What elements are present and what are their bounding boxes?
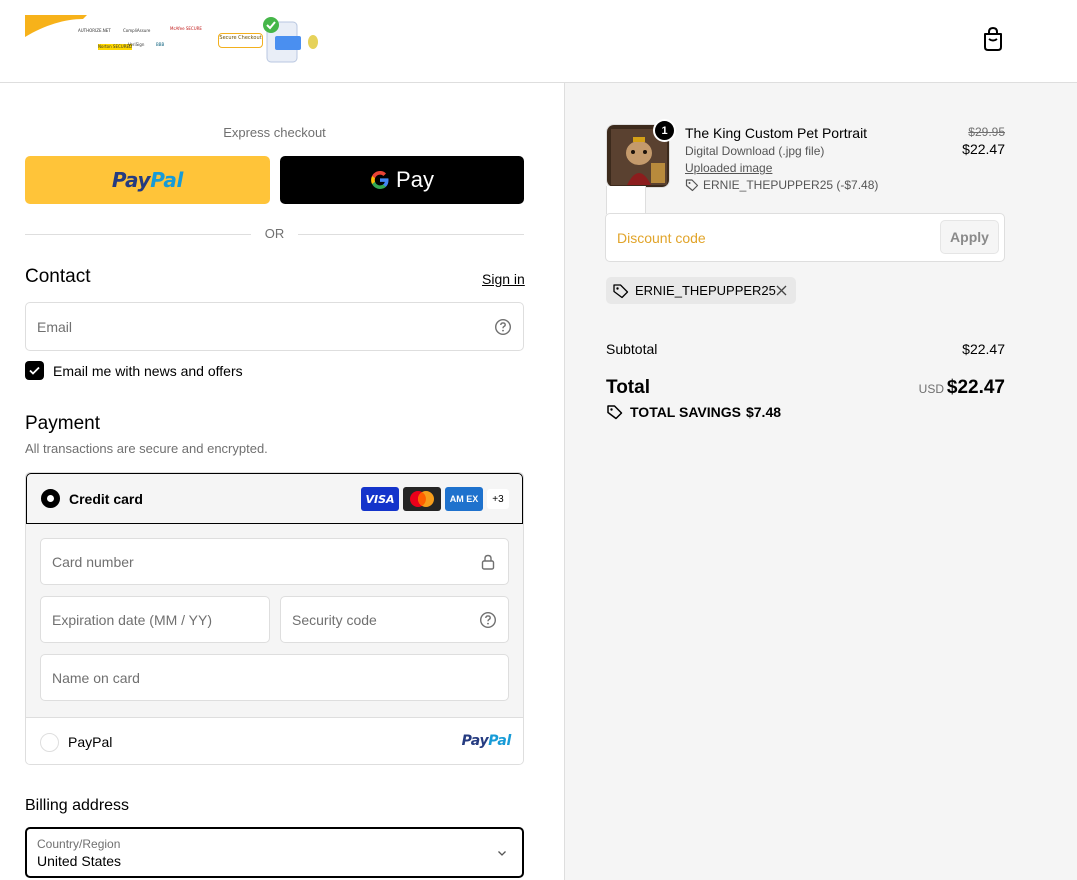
name-on-card-field[interactable]: Name on card (40, 654, 509, 701)
sign-in-link[interactable]: Sign in (482, 271, 525, 287)
paypal-option-logo: PayPal (461, 733, 512, 749)
secure-checkout-graphic: Secure Checkout (217, 16, 321, 64)
tag-icon (685, 179, 699, 192)
more-cards-badge: +3 (487, 489, 509, 509)
apply-discount-button[interactable]: Apply (940, 220, 999, 254)
google-pay-button[interactable]: Pay (280, 156, 524, 204)
google-pay-label: Pay (396, 167, 434, 192)
total-savings: TOTAL SAVINGS $7.48 (606, 403, 781, 421)
mastercard-logo (403, 487, 441, 511)
checkout-form: Express checkout PayPal Pay OR Contact S… (0, 83, 564, 880)
product-variant: Digital Download (.jpg file) (685, 144, 825, 158)
badge-mcafee: McAfee SECURE (170, 26, 202, 31)
total-value: $22.47 (946, 377, 1005, 398)
paypal-option-label: PayPal (68, 734, 113, 750)
lock-icon (481, 554, 495, 570)
product-title: The King Custom Pet Portrait (685, 125, 868, 141)
savings-value: $7.48 (745, 404, 782, 420)
checkmark-icon (29, 366, 40, 375)
country-select[interactable]: Country/Region United States (25, 827, 524, 878)
original-price: $29.95 (968, 125, 1005, 139)
checkout-header: AUTHORIZE.NET CompliAssure McAfee SECURE… (0, 0, 1077, 83)
credit-card-label: Credit card (69, 491, 143, 507)
applied-discount-code: ERNIE_THEPUPPER25 (635, 283, 776, 298)
email-field[interactable]: Email (25, 302, 524, 351)
paypal-express-button[interactable]: PayPal (25, 156, 270, 204)
badge-bbb: BBB (156, 42, 165, 47)
payment-subtext: All transactions are secure and encrypte… (25, 441, 268, 456)
discount-code-placeholder: Discount code (617, 230, 706, 246)
badge-compliassure: CompliAssure (123, 28, 151, 33)
badge-authorize: AUTHORIZE.NET (78, 28, 111, 33)
or-divider: OR (25, 225, 524, 243)
badge-norton: Norton SECURED (98, 44, 133, 50)
order-summary: 1 The King Custom Pet Portrait Digital D… (564, 83, 1077, 880)
quantity-badge: 1 (653, 119, 676, 142)
security-code-placeholder: Security code (292, 611, 377, 628)
chevron-down-icon (498, 851, 506, 856)
remove-discount-icon[interactable] (775, 284, 788, 297)
country-caption: Country/Region (37, 837, 121, 851)
uploaded-image-link[interactable]: Uploaded image (685, 161, 772, 175)
visa-logo: VISA (361, 487, 399, 511)
card-number-field[interactable]: Card number (40, 538, 509, 585)
paypal-option[interactable]: PayPal PayPal (26, 717, 523, 764)
news-offers-label: Email me with news and offers (53, 363, 243, 379)
billing-heading: Billing address (25, 797, 130, 814)
news-offers-checkbox[interactable] (25, 361, 44, 380)
subtotal-value: $22.47 (962, 341, 1005, 357)
savings-tag-icon (607, 405, 623, 420)
payment-methods: Credit card VISA AM EX +3 Card number Ex… (25, 472, 524, 765)
card-number-placeholder: Card number (52, 553, 134, 570)
paypal-radio[interactable] (40, 733, 59, 752)
help-circle-icon[interactable] (494, 318, 512, 336)
credit-card-option[interactable]: Credit card VISA AM EX +3 (26, 473, 523, 524)
secure-checkout-label: Secure Checkout (218, 33, 263, 48)
security-code-field[interactable]: Security code (280, 596, 509, 643)
product-discount-line: ERNIE_THEPUPPER25 (-$7.48) (685, 178, 878, 192)
shopping-bag-icon[interactable] (980, 26, 1006, 52)
savings-label: TOTAL SAVINGS (630, 404, 741, 420)
amex-logo: AM EX (445, 487, 483, 511)
divider-line-right (298, 234, 524, 235)
trust-badges: AUTHORIZE.NET CompliAssure McAfee SECURE… (78, 26, 202, 56)
help-circle-icon[interactable] (479, 611, 497, 629)
product-discount-text: ERNIE_THEPUPPER25 (-$7.48) (703, 178, 879, 192)
expiration-placeholder: Expiration date (MM / YY) (52, 611, 213, 628)
total-label: Total (606, 377, 650, 398)
product-price: $22.47 (962, 141, 1005, 157)
country-value: United States (37, 853, 122, 869)
google-g-icon (371, 171, 389, 189)
thumbnail-shadow (606, 186, 646, 214)
paypal-logo: PayPal (111, 168, 184, 192)
mastercard-circles-icon (410, 491, 434, 507)
credit-card-radio[interactable] (41, 489, 60, 508)
payment-heading: Payment (25, 413, 100, 434)
email-placeholder: Email (37, 318, 73, 335)
secure-phone-icon (263, 17, 318, 63)
badge-verisign: VeriSign (128, 42, 145, 47)
applied-discount-chip: ERNIE_THEPUPPER25 (606, 277, 796, 304)
name-on-card-placeholder: Name on card (52, 669, 140, 686)
contact-heading: Contact (25, 266, 91, 287)
expiration-field[interactable]: Expiration date (MM / YY) (40, 596, 270, 643)
currency-code: USD (918, 382, 944, 396)
subtotal-label: Subtotal (606, 341, 658, 357)
tag-icon (613, 283, 629, 298)
express-checkout-title: Express checkout (223, 125, 326, 140)
